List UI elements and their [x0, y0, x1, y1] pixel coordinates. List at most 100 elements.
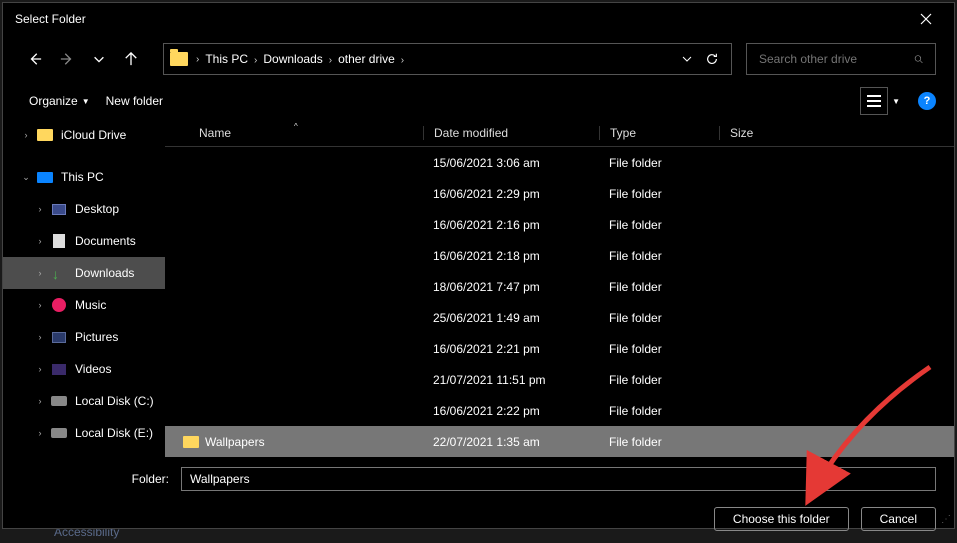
breadcrumb-sep: ›: [194, 54, 201, 65]
chevron-down-icon[interactable]: [681, 53, 693, 65]
breadcrumb-item[interactable]: This PC: [201, 52, 252, 66]
tree-item[interactable]: › Downloads: [3, 257, 165, 289]
breadcrumb-item[interactable]: Downloads: [259, 52, 326, 66]
window-title: Select Folder: [15, 12, 86, 26]
cell-date: 15/06/2021 3:06 am: [423, 156, 599, 170]
tree-item[interactable]: › Music: [3, 289, 165, 321]
pic-icon: [49, 329, 69, 345]
sidebar[interactable]: ›iCloud Drive⌄This PC›Desktop›Documents›…: [3, 119, 165, 455]
breadcrumb-item[interactable]: other drive: [334, 52, 399, 66]
cancel-button[interactable]: Cancel: [861, 507, 936, 531]
search-input[interactable]: [759, 52, 914, 66]
column-headers[interactable]: Name^ Date modified Type Size: [165, 119, 954, 147]
chevron-right-icon[interactable]: ›: [31, 268, 49, 278]
file-row[interactable]: 25/06/2021 1:49 amFile folder: [165, 302, 954, 333]
tree-item-label: Downloads: [75, 266, 134, 280]
chevron-right-icon[interactable]: ›: [31, 332, 49, 342]
tree-item[interactable]: › iCloud Drive: [3, 119, 165, 151]
close-icon: [920, 13, 932, 25]
folder-input[interactable]: [181, 467, 936, 491]
tree-item[interactable]: ›Documents: [3, 225, 165, 257]
nav-row: › This PC›Downloads›other drive›: [3, 35, 954, 83]
cell-date: 22/07/2021 1:35 am: [423, 435, 599, 449]
forward-button[interactable]: [53, 45, 81, 73]
chevron-right-icon[interactable]: ›: [31, 428, 49, 438]
file-list[interactable]: Name^ Date modified Type Size 15/06/2021…: [165, 119, 954, 455]
cell-date: 21/07/2021 11:51 pm: [423, 373, 599, 387]
cell-type: File folder: [599, 187, 719, 201]
tree-item-label: Videos: [75, 362, 111, 376]
cell-date: 16/06/2021 2:21 pm: [423, 342, 599, 356]
cell-type: File folder: [599, 342, 719, 356]
chevron-right-icon[interactable]: ›: [31, 300, 49, 310]
chevron-right-icon[interactable]: ›: [31, 364, 49, 374]
file-row[interactable]: 16/06/2021 2:16 pmFile folder: [165, 209, 954, 240]
tree-item-label: This PC: [61, 170, 104, 184]
file-row[interactable]: 16/06/2021 2:18 pmFile folder: [165, 240, 954, 271]
chevron-right-icon[interactable]: ›: [31, 204, 49, 214]
column-name[interactable]: Name^: [165, 126, 423, 140]
chevron-right-icon[interactable]: ›: [31, 236, 49, 246]
recent-button[interactable]: [85, 45, 113, 73]
up-button[interactable]: [117, 45, 145, 73]
file-row[interactable]: 21/07/2021 11:51 pmFile folder: [165, 364, 954, 395]
view-button[interactable]: [860, 87, 888, 115]
close-button[interactable]: [910, 3, 942, 35]
cell-type: File folder: [599, 404, 719, 418]
desktop-icon: [49, 201, 69, 217]
breadcrumb-sep: ›: [399, 55, 406, 66]
resize-grip[interactable]: ⋰: [941, 514, 951, 525]
file-row[interactable]: 15/06/2021 3:06 amFile folder: [165, 147, 954, 178]
folder-label: Folder:: [21, 472, 181, 486]
file-row[interactable]: 18/06/2021 7:47 pmFile folder: [165, 271, 954, 302]
address-bar[interactable]: › This PC›Downloads›other drive›: [163, 43, 732, 75]
choose-folder-button[interactable]: Choose this folder: [714, 507, 849, 531]
search-box[interactable]: [746, 43, 936, 75]
vid-icon: [49, 361, 69, 377]
column-size[interactable]: Size: [719, 126, 809, 140]
tree-item[interactable]: › Local Disk (C:): [3, 385, 165, 417]
cell-date: 16/06/2021 2:29 pm: [423, 187, 599, 201]
tree-item-label: Local Disk (C:): [75, 394, 154, 408]
file-row[interactable]: 16/06/2021 2:29 pmFile folder: [165, 178, 954, 209]
toolbar: Organize▼ New folder ▼ ?: [3, 83, 954, 119]
chevron-right-icon[interactable]: ›: [17, 130, 35, 140]
music-icon: [49, 297, 69, 313]
new-folder-button[interactable]: New folder: [98, 90, 171, 112]
disk-icon: [49, 393, 69, 409]
cell-date: 18/06/2021 7:47 pm: [423, 280, 599, 294]
column-date[interactable]: Date modified: [423, 126, 599, 140]
cell-type: File folder: [599, 156, 719, 170]
tree-item-label: Local Disk (E:): [75, 426, 153, 440]
refresh-icon[interactable]: [705, 52, 719, 66]
cell-type: File folder: [599, 311, 719, 325]
tree-item-label: Pictures: [75, 330, 118, 344]
cell-date: 16/06/2021 2:16 pm: [423, 218, 599, 232]
footer: Folder: Choose this folder Cancel: [3, 455, 954, 543]
select-folder-dialog: Select Folder › This PC›Downloads›other …: [2, 2, 955, 529]
tree-item-label: iCloud Drive: [61, 128, 126, 142]
tree-item[interactable]: ›Desktop: [3, 193, 165, 225]
file-row[interactable]: 16/06/2021 2:22 pmFile folder: [165, 395, 954, 426]
cell-type: File folder: [599, 249, 719, 263]
chevron-down-icon[interactable]: ⌄: [17, 172, 35, 183]
titlebar: Select Folder: [3, 3, 954, 35]
view-chevron[interactable]: ▼: [892, 97, 900, 106]
organize-button[interactable]: Organize▼: [21, 90, 98, 112]
file-row[interactable]: Wallpapers22/07/2021 1:35 amFile folder: [165, 426, 954, 457]
search-icon: [914, 52, 923, 66]
tree-item-label: Music: [75, 298, 106, 312]
cell-type: File folder: [599, 373, 719, 387]
help-button[interactable]: ?: [918, 92, 936, 110]
file-row[interactable]: 16/06/2021 2:21 pmFile folder: [165, 333, 954, 364]
chevron-right-icon[interactable]: ›: [31, 396, 49, 406]
tree-item[interactable]: › Local Disk (E:): [3, 417, 165, 449]
tree-item[interactable]: ⌄ This PC: [3, 161, 165, 193]
folder-icon: [183, 436, 199, 448]
arrow-right-icon: [60, 52, 74, 66]
back-button[interactable]: [21, 45, 49, 73]
column-type[interactable]: Type: [599, 126, 719, 140]
folder-y-icon: [35, 127, 55, 143]
tree-item[interactable]: › Pictures: [3, 321, 165, 353]
tree-item[interactable]: › Videos: [3, 353, 165, 385]
